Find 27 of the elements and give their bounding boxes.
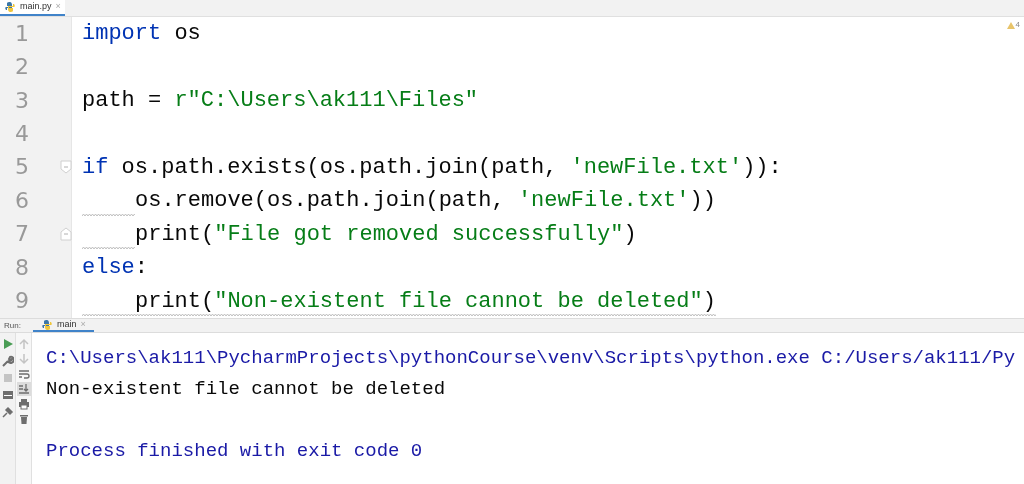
run-tab[interactable]: main × xyxy=(32,319,94,332)
line-number: 6 xyxy=(15,189,29,212)
close-tab-button[interactable]: × xyxy=(55,0,61,14)
console-line: Non-existent file cannot be deleted xyxy=(46,377,447,402)
console-line: C:\Users\ak111\PycharmProjects\pythonCourse\venv\Scripts\python.exe C:/Users/ak111/Py xyxy=(46,346,1017,371)
code-line: path = r"C:\Users\ak111\Files" xyxy=(82,87,479,116)
tab-label: main.py xyxy=(20,0,52,14)
line-number: 4 xyxy=(15,123,29,146)
line-number: 8 xyxy=(15,256,29,279)
line-number: 5 xyxy=(15,156,29,179)
line-number: 9 xyxy=(15,290,29,313)
line-number: 1 xyxy=(15,22,29,45)
line-number: 3 xyxy=(15,89,29,112)
console-line: Process finished with exit code 0 xyxy=(46,439,424,464)
editor-tab[interactable]: main.py × xyxy=(0,0,65,16)
run-label: Run: xyxy=(4,319,21,332)
code-line: else: xyxy=(82,254,148,283)
close-tab-button[interactable]: × xyxy=(80,317,86,332)
line-number: 7 xyxy=(15,223,29,246)
run-tab-label: main xyxy=(56,317,77,331)
line-number: 2 xyxy=(15,56,29,79)
code-line: os.remove(os.path.join(path, 'newFile.txt')) xyxy=(135,187,716,216)
code-line: print("Non-existent file cannot be deleted") xyxy=(135,287,716,316)
warning-indicator[interactable]: 4 xyxy=(1006,19,1020,31)
code-line: if os.path.exists(os.path.join(path, 'newFile.txt')): xyxy=(82,153,782,182)
code-line: import os xyxy=(82,20,201,49)
code-line: print("File got removed successfully") xyxy=(135,220,637,249)
